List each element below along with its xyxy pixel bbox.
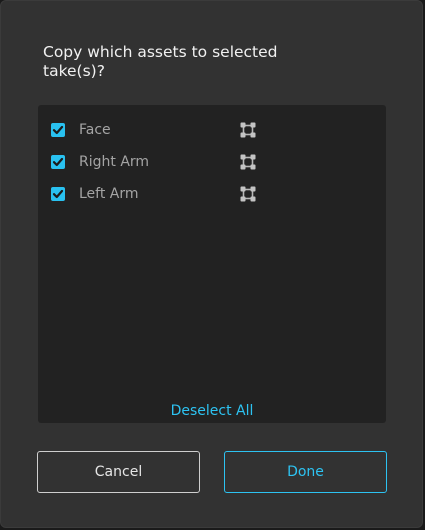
right-arm-checkbox[interactable] <box>51 155 65 169</box>
asset-row-face[interactable]: Face <box>38 118 386 142</box>
asset-list: Face Right Arm Left Arm Deselect All <box>38 105 386 423</box>
left-arm-checkbox[interactable] <box>51 187 65 201</box>
face-checkbox[interactable] <box>51 123 65 137</box>
asset-node-icon <box>239 121 257 139</box>
deselect-all-link[interactable]: Deselect All <box>38 402 386 420</box>
done-button[interactable]: Done <box>224 451 387 493</box>
asset-row-left-arm[interactable]: Left Arm <box>38 182 386 206</box>
asset-row-right-arm[interactable]: Right Arm <box>38 150 386 174</box>
checkmark-icon <box>52 189 64 199</box>
dialog-title: Copy which assets to selected take(s)? <box>43 43 278 80</box>
asset-label: Right Arm <box>79 154 150 170</box>
checkmark-icon <box>52 157 64 167</box>
asset-node-icon <box>239 185 257 203</box>
asset-label: Left Arm <box>79 186 139 202</box>
asset-label: Face <box>79 122 111 138</box>
cancel-button[interactable]: Cancel <box>37 451 200 493</box>
copy-assets-dialog: Copy which assets to selected take(s)? F… <box>0 0 423 528</box>
asset-node-icon <box>239 153 257 171</box>
checkmark-icon <box>52 125 64 135</box>
